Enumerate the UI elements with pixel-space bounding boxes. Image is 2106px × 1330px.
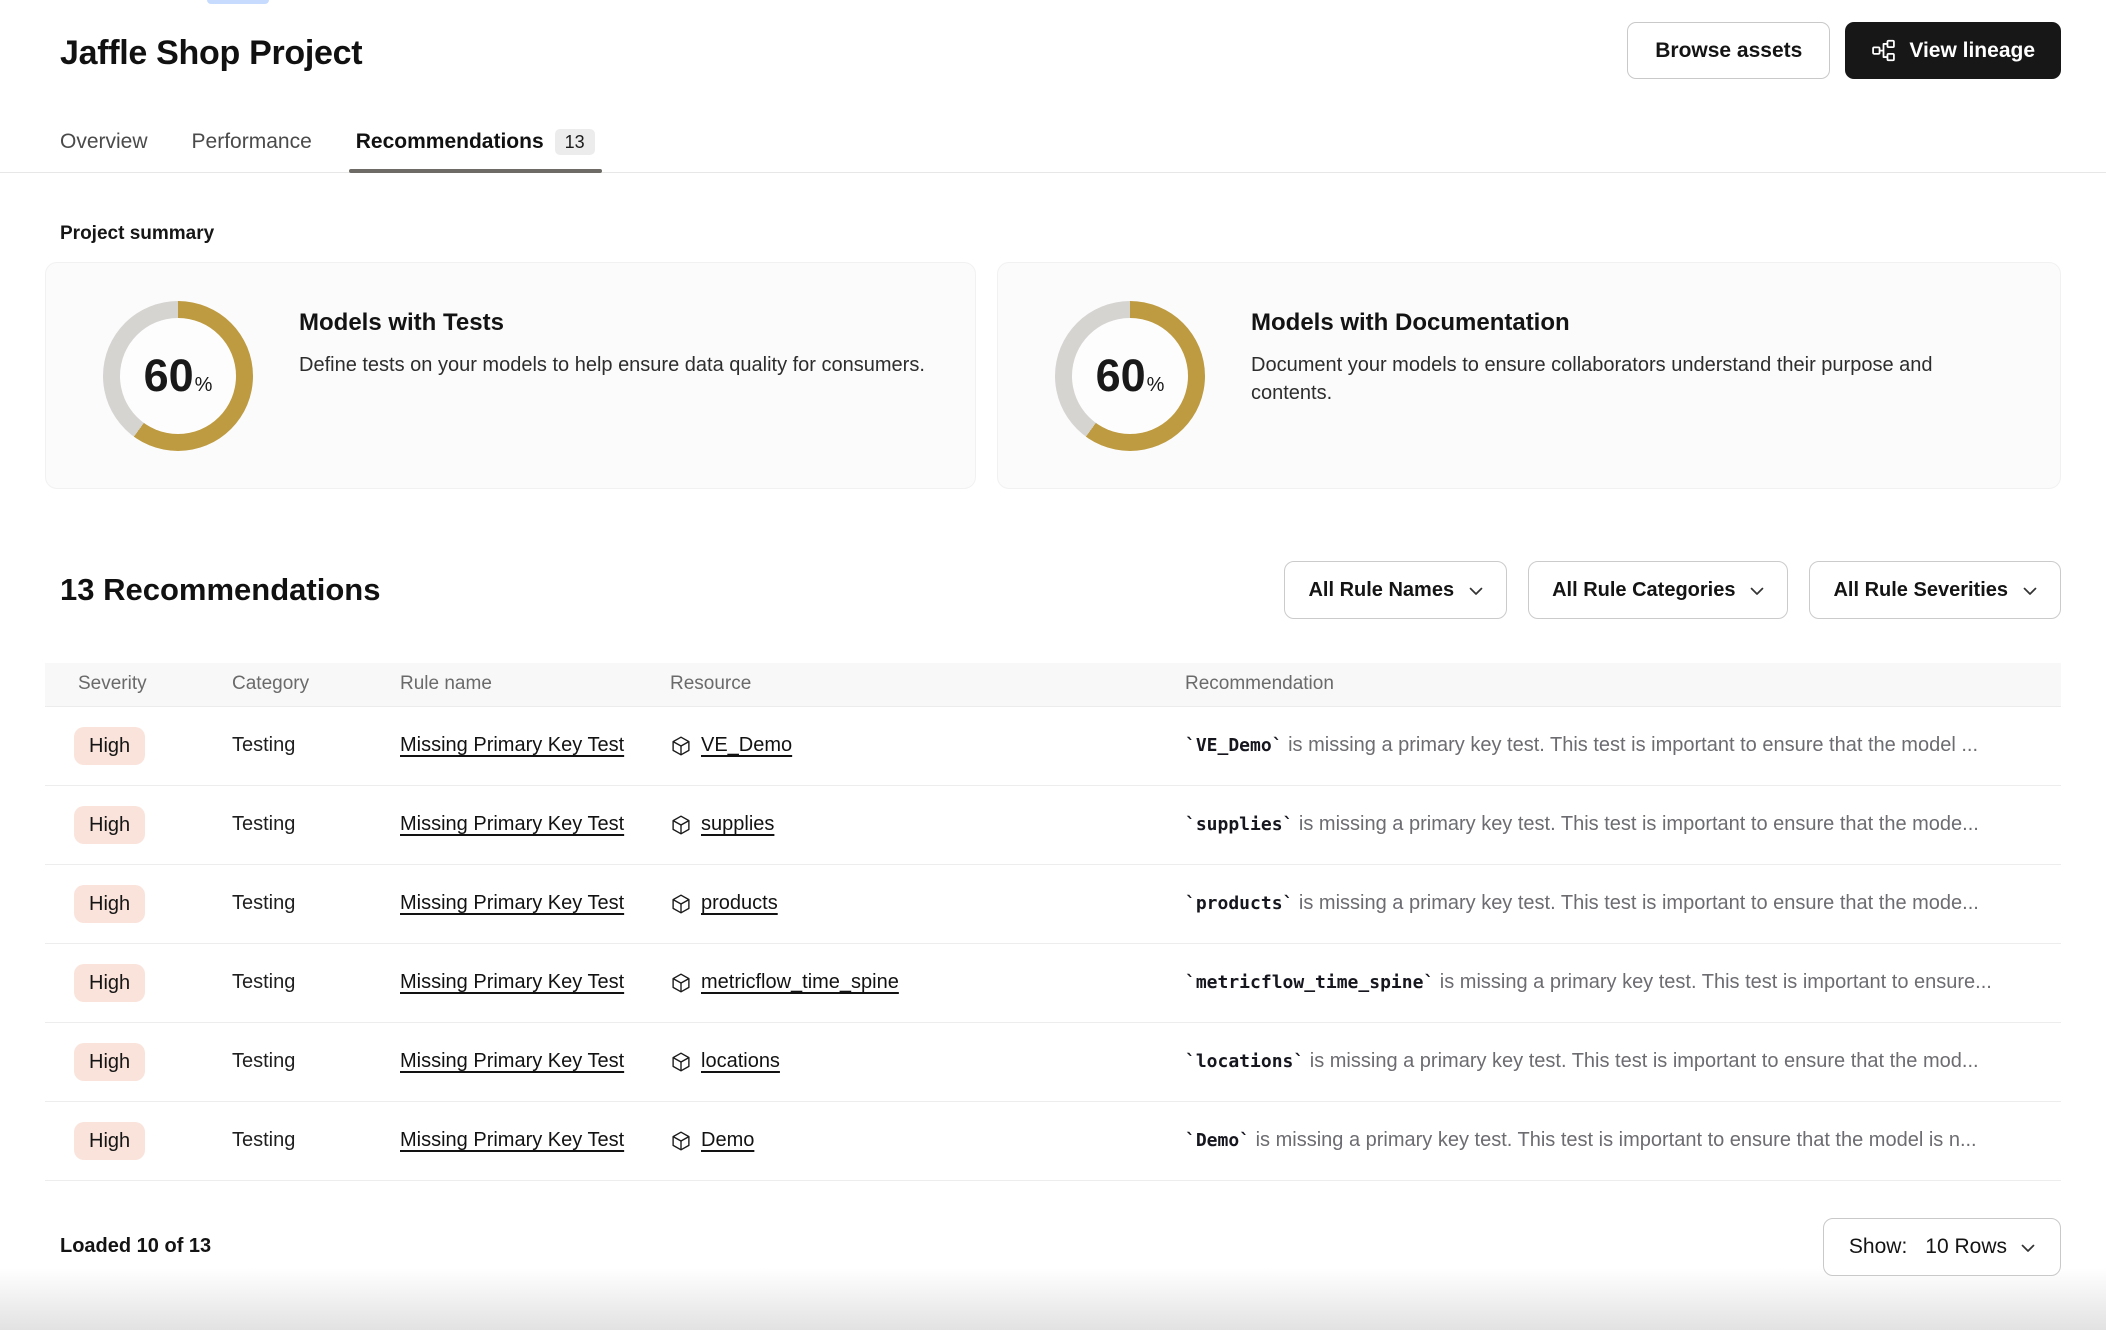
tab-overview-label: Overview (60, 130, 148, 154)
browse-assets-button[interactable]: Browse assets (1627, 22, 1830, 79)
tab-performance-label: Performance (192, 130, 312, 154)
tests-card-description: Define tests on your models to help ensu… (299, 352, 925, 380)
table-footer: Loaded 10 of 13 Show: 10 Rows (0, 1181, 2106, 1276)
tab-recommendations-label: Recommendations (356, 130, 544, 154)
resource-link[interactable]: supplies (701, 813, 774, 836)
column-header-rule-name: Rule name (385, 663, 655, 706)
tests-percent-value: 60 (144, 353, 194, 398)
category-cell: Testing (217, 1022, 385, 1101)
table-row: High Testing Missing Primary Key Test su… (45, 785, 2061, 864)
docs-percent-value: 60 (1096, 353, 1146, 398)
rule-name-link[interactable]: Missing Primary Key Test (400, 971, 624, 993)
severity-badge: High (74, 727, 145, 765)
column-header-resource: Resource (655, 663, 1170, 706)
table-header-row: Severity Category Rule name Resource Rec… (45, 663, 2061, 706)
category-cell: Testing (217, 864, 385, 943)
recommendation-text: `VE_Demo` is missing a primary key test.… (1185, 734, 2061, 757)
rule-categories-filter-label: All Rule Categories (1552, 579, 1735, 602)
recommendation-text: `products` is missing a primary key test… (1185, 892, 2061, 915)
chevron-down-icon (1750, 579, 1764, 602)
category-cell: Testing (217, 706, 385, 785)
tab-overview[interactable]: Overview (60, 129, 148, 172)
model-cube-icon (670, 1130, 692, 1152)
rule-name-link[interactable]: Missing Primary Key Test (400, 1050, 624, 1072)
model-cube-icon (670, 735, 692, 757)
recommendation-text: `locations` is missing a primary key tes… (1185, 1050, 2061, 1073)
column-header-recommendation: Recommendation (1170, 663, 2061, 706)
resource-link[interactable]: metricflow_time_spine (701, 971, 899, 994)
table-row: High Testing Missing Primary Key Test pr… (45, 864, 2061, 943)
tests-card-title: Models with Tests (299, 309, 925, 337)
tests-donut-chart: 60 % (103, 301, 253, 451)
rule-name-link[interactable]: Missing Primary Key Test (400, 892, 624, 914)
model-cube-icon (670, 814, 692, 836)
table-row: High Testing Missing Primary Key Test De… (45, 1101, 2061, 1180)
models-with-tests-card: 60 % Models with Tests Define tests on y… (45, 262, 976, 489)
model-cube-icon (670, 972, 692, 994)
bottom-fade (0, 1268, 2106, 1330)
show-rows-dropdown[interactable]: Show: 10 Rows (1823, 1218, 2061, 1276)
header-actions: Browse assets View lineage (1627, 22, 2061, 79)
category-cell: Testing (217, 1101, 385, 1180)
recommendation-text: `metricflow_time_spine` is missing a pri… (1185, 971, 2061, 994)
table-row: High Testing Missing Primary Key Test lo… (45, 1022, 2061, 1101)
view-lineage-label: View lineage (1909, 39, 2035, 63)
show-rows-value: 10 Rows (1925, 1235, 2007, 1259)
rule-names-filter[interactable]: All Rule Names (1284, 561, 1507, 619)
rule-severities-filter[interactable]: All Rule Severities (1809, 561, 2061, 619)
chevron-down-icon (1469, 579, 1483, 602)
column-header-severity: Severity (45, 663, 217, 706)
category-cell: Testing (217, 943, 385, 1022)
rule-categories-filter[interactable]: All Rule Categories (1528, 561, 1788, 619)
recommendations-table: Severity Category Rule name Resource Rec… (45, 663, 2061, 1181)
resource-link[interactable]: products (701, 892, 778, 915)
resource-link[interactable]: VE_Demo (701, 734, 792, 757)
rule-severities-filter-label: All Rule Severities (1833, 579, 2008, 602)
lineage-icon (1871, 38, 1896, 63)
rule-name-link[interactable]: Missing Primary Key Test (400, 813, 624, 835)
rule-names-filter-label: All Rule Names (1308, 579, 1454, 602)
category-cell: Testing (217, 785, 385, 864)
tab-performance[interactable]: Performance (192, 129, 312, 172)
resource-link[interactable]: Demo (701, 1129, 754, 1152)
model-cube-icon (670, 893, 692, 915)
severity-badge: High (74, 885, 145, 923)
tab-recommendations[interactable]: Recommendations 13 (356, 129, 595, 172)
scroll-artifact (207, 0, 269, 4)
rule-name-link[interactable]: Missing Primary Key Test (400, 1129, 624, 1151)
project-summary-label: Project summary (60, 223, 2106, 245)
summary-cards: 60 % Models with Tests Define tests on y… (45, 262, 2061, 489)
recommendation-text: `supplies` is missing a primary key test… (1185, 813, 2061, 836)
tab-bar: Overview Performance Recommendations 13 (0, 129, 2106, 173)
recommendations-count-badge: 13 (555, 129, 595, 155)
rule-name-link[interactable]: Missing Primary Key Test (400, 734, 624, 756)
view-lineage-button[interactable]: View lineage (1845, 22, 2061, 79)
severity-badge: High (74, 1122, 145, 1160)
page: Jaffle Shop Project Browse assets View l… (0, 0, 2106, 1330)
severity-badge: High (74, 964, 145, 1002)
chevron-down-icon (2021, 1235, 2035, 1259)
model-cube-icon (670, 1051, 692, 1073)
recommendation-text: `Demo` is missing a primary key test. Th… (1185, 1129, 2061, 1152)
filters: All Rule Names All Rule Categories All R… (1284, 561, 2061, 619)
recommendations-header: 13 Recommendations All Rule Names All Ru… (0, 561, 2106, 619)
recommendations-heading: 13 Recommendations (60, 572, 380, 608)
tests-percent-unit: % (195, 375, 213, 395)
resource-link[interactable]: locations (701, 1050, 780, 1073)
docs-card-title: Models with Documentation (1251, 309, 1976, 337)
page-header: Jaffle Shop Project Browse assets View l… (0, 0, 2106, 79)
show-rows-label: Show: (1849, 1235, 1907, 1259)
docs-percent-unit: % (1147, 375, 1165, 395)
chevron-down-icon (2023, 579, 2037, 602)
loaded-count: Loaded 10 of 13 (60, 1235, 211, 1258)
docs-donut-chart: 60 % (1055, 301, 1205, 451)
table-row: High Testing Missing Primary Key Test VE… (45, 706, 2061, 785)
page-title: Jaffle Shop Project (60, 34, 362, 73)
models-with-documentation-card: 60 % Models with Documentation Document … (997, 262, 2061, 489)
column-header-category: Category (217, 663, 385, 706)
severity-badge: High (74, 806, 145, 844)
table-row: High Testing Missing Primary Key Test me… (45, 943, 2061, 1022)
docs-card-description: Document your models to ensure collabora… (1251, 352, 1976, 407)
severity-badge: High (74, 1043, 145, 1081)
